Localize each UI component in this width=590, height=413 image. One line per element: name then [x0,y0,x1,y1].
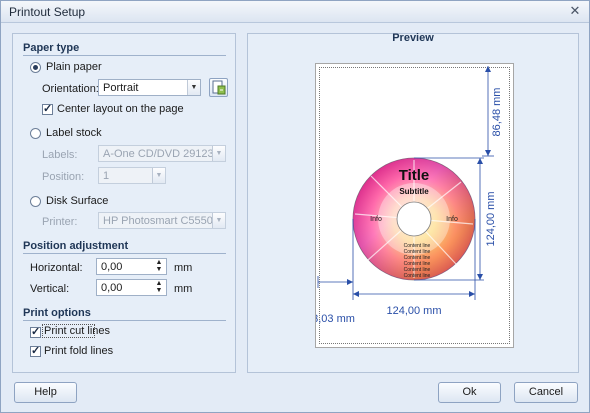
page-setup-icon [212,80,226,95]
divider [23,320,226,321]
labels-select[interactable]: A-One CD/DVD 29123 (A4) ▼ [98,145,226,162]
chevron-down-icon: ▼ [152,168,165,183]
content-line: Content line [404,273,431,279]
position-adjustment-heading: Position adjustment [23,240,129,252]
labels-value: A-One CD/DVD 29123 (A4) [103,148,226,160]
dimension-width-label: 124,00 mm [386,305,441,317]
horizontal-value: 0,00 [101,261,123,273]
preview-panel: Preview Title Subtitle Info Info Content… [247,32,579,373]
printer-select[interactable]: HP Photosmart C5550 ▼ [98,212,226,229]
close-icon[interactable]: ✕ [568,4,582,18]
settings-panel: Paper type Plain paper Orientation: Port… [12,33,236,373]
plain-paper-radio[interactable] [30,62,41,73]
printer-value: HP Photosmart C5550 [103,215,213,227]
label-stock-radio[interactable] [30,128,41,139]
position-label: Position: [42,171,85,183]
orientation-value: Portrait [103,82,139,94]
disc-info-left: Info [370,216,382,223]
divider [23,55,226,56]
ok-button[interactable]: Ok [438,382,501,403]
dimension-height-label: 124,00 mm [485,191,497,246]
chevron-down-icon: ▼ [212,146,225,161]
preview-page: Title Subtitle Info Info Content line Co… [315,63,514,348]
horizontal-stepper[interactable]: 0,00 ▲ ▼ [96,258,167,275]
window-title: Printout Setup [9,5,86,19]
print-options-heading: Print options [23,307,91,319]
print-fold-lines-label: Print fold lines [44,345,114,357]
print-cut-lines-label: Print cut lines [44,325,111,337]
printer-label: Printer: [42,216,78,228]
spin-arrows-icon[interactable]: ▲ ▼ [154,259,164,274]
preview-heading: Preview [392,32,434,44]
position-value: 1 [103,170,110,182]
printout-setup-window: Printout Setup ✕ Paper type Plain paper … [0,0,590,413]
center-layout-checkbox[interactable] [42,102,53,115]
horizontal-unit: mm [174,262,193,274]
dimension-top-label: 86,48 mm [491,88,503,137]
position-select[interactable]: 1 ▼ [98,167,166,184]
vertical-unit: mm [174,283,193,295]
print-fold-lines-checkbox[interactable] [30,344,41,357]
center-layout-label: Center layout on the page [57,103,184,115]
vertical-label: Vertical: [30,283,70,295]
chevron-down-icon: ▼ [212,213,225,228]
chevron-down-icon: ▼ [187,80,200,95]
disc-subtitle: Subtitle [399,187,429,196]
disc-hole [396,201,432,237]
vertical-stepper[interactable]: 0,00 ▲ ▼ [96,279,167,296]
title-bar: Printout Setup ✕ [1,1,589,23]
paper-type-heading: Paper type [23,42,80,54]
preview-canvas: Title Subtitle Info Info Content line Co… [316,66,503,325]
disc-title: Title [399,167,430,184]
orientation-label: Orientation: [42,83,99,95]
help-button[interactable]: Help [14,382,77,403]
labels-label: Labels: [42,149,78,161]
print-cut-lines-checkbox[interactable] [30,325,41,338]
disk-surface-radio[interactable] [30,196,41,207]
cancel-button[interactable]: Cancel [514,382,578,403]
horizontal-label: Horizontal: [30,262,83,274]
spin-arrows-icon[interactable]: ▲ ▼ [154,280,164,295]
disk-surface-label: Disk Surface [46,195,109,207]
page-setup-button[interactable] [209,78,228,97]
disc-info-right: Info [446,216,458,223]
vertical-value: 0,00 [101,282,123,294]
plain-paper-label: Plain paper [46,61,102,73]
label-stock-label: Label stock [46,127,102,139]
dimension-left-label: 43,03 mm [316,313,355,325]
divider [23,253,226,254]
orientation-select[interactable]: Portrait ▼ [98,79,201,96]
